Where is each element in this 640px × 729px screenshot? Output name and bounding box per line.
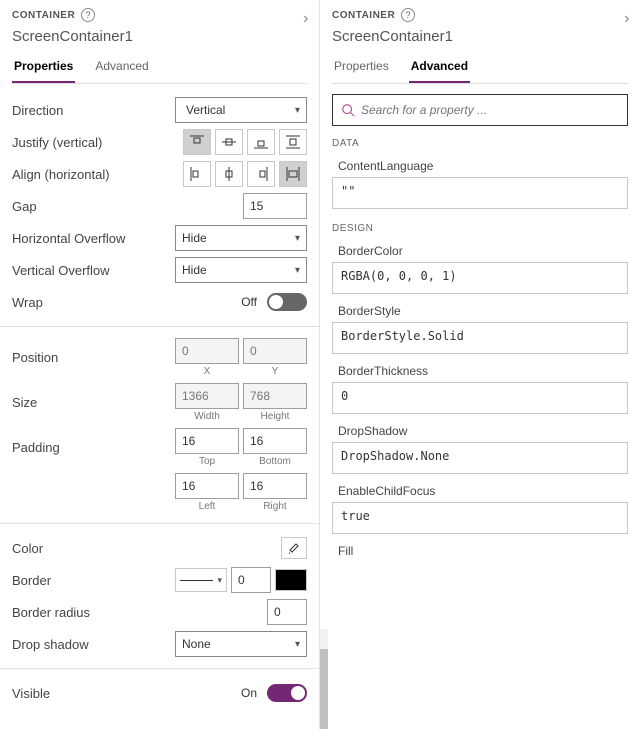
tab-advanced[interactable]: Advanced bbox=[93, 49, 150, 83]
right-body: DATA ContentLanguage "" DESIGN BorderCol… bbox=[320, 84, 640, 629]
label-wrap: Wrap bbox=[12, 295, 172, 310]
chevron-down-icon: ▾ bbox=[295, 105, 300, 116]
input-height[interactable]: 768 bbox=[243, 383, 307, 409]
border-style-picker[interactable]: ▾ bbox=[175, 568, 227, 592]
label-position: Position bbox=[12, 350, 172, 365]
input-padding-bottom[interactable]: 16 bbox=[243, 428, 307, 454]
select-hoverflow[interactable]: Hide ▾ bbox=[175, 225, 307, 251]
tab-properties[interactable]: Properties bbox=[12, 49, 75, 83]
label-hoverflow: Horizontal Overflow bbox=[12, 231, 172, 246]
select-direction[interactable]: Vertical ▾ bbox=[175, 97, 307, 123]
label-color: Color bbox=[12, 541, 172, 556]
input-position-y[interactable]: 0 bbox=[243, 338, 307, 364]
input-position-x[interactable]: 0 bbox=[175, 338, 239, 364]
search-input[interactable] bbox=[355, 102, 619, 118]
justify-between-button[interactable] bbox=[279, 129, 307, 155]
left-control-name: ScreenContainer1 bbox=[12, 22, 307, 49]
label-padding: Padding bbox=[12, 440, 172, 455]
prop-dropshadow-name: DropShadow bbox=[338, 424, 628, 438]
align-end-button[interactable] bbox=[247, 161, 275, 187]
right-header: CONTAINER ? › ScreenContainer1 Propertie… bbox=[320, 0, 640, 84]
label-align: Align (horizontal) bbox=[12, 167, 172, 182]
prop-contentlanguage-name: ContentLanguage bbox=[338, 159, 628, 173]
prop-borderstyle-value[interactable]: BorderStyle.Solid bbox=[332, 322, 628, 354]
tab-advanced[interactable]: Advanced bbox=[409, 49, 470, 83]
align-start-button[interactable] bbox=[183, 161, 211, 187]
divider bbox=[0, 668, 319, 669]
left-type-label: CONTAINER bbox=[12, 10, 75, 21]
chevron-down-icon: ▾ bbox=[295, 639, 300, 650]
justify-center-button[interactable] bbox=[215, 129, 243, 155]
right-control-name: ScreenContainer1 bbox=[332, 22, 628, 49]
label-voverflow: Vertical Overflow bbox=[12, 263, 172, 278]
input-padding-left[interactable]: 16 bbox=[175, 473, 239, 499]
divider bbox=[0, 523, 319, 524]
expand-icon[interactable]: › bbox=[624, 10, 630, 28]
input-width[interactable]: 1366 bbox=[175, 383, 239, 409]
prop-borderstyle-name: BorderStyle bbox=[338, 304, 628, 318]
input-gap[interactable]: 15 bbox=[243, 193, 307, 219]
prop-contentlanguage-value[interactable]: "" bbox=[332, 177, 628, 209]
toggle-visible[interactable] bbox=[267, 684, 307, 702]
right-pane: CONTAINER ? › ScreenContainer1 Propertie… bbox=[320, 0, 640, 729]
label-dropshadow: Drop shadow bbox=[12, 637, 172, 652]
label-size: Size bbox=[12, 395, 172, 410]
input-border-thickness[interactable]: 0 bbox=[231, 567, 271, 593]
chevron-down-icon: ▾ bbox=[295, 233, 300, 244]
tab-properties[interactable]: Properties bbox=[332, 49, 391, 83]
vertical-scrollbar[interactable] bbox=[320, 629, 328, 729]
prop-enablechildfocus-value[interactable]: true bbox=[332, 502, 628, 534]
section-design-label: DESIGN bbox=[332, 223, 628, 234]
left-pane: CONTAINER ? › ScreenContainer1 Propertie… bbox=[0, 0, 320, 729]
toggle-wrap[interactable] bbox=[267, 293, 307, 311]
prop-dropshadow-value[interactable]: DropShadow.None bbox=[332, 442, 628, 474]
right-type-label: CONTAINER bbox=[332, 10, 395, 21]
border-color-picker[interactable] bbox=[275, 569, 307, 591]
align-stretch-button[interactable] bbox=[279, 161, 307, 187]
section-data-label: DATA bbox=[332, 138, 628, 149]
justify-end-button[interactable] bbox=[247, 129, 275, 155]
prop-bordercolor-name: BorderColor bbox=[338, 244, 628, 258]
left-body: Direction Vertical ▾ Justify (vertical) bbox=[0, 84, 319, 729]
prop-borderthickness-value[interactable]: 0 bbox=[332, 382, 628, 414]
label-border-radius: Border radius bbox=[12, 605, 172, 620]
select-voverflow[interactable]: Hide ▾ bbox=[175, 257, 307, 283]
divider bbox=[0, 326, 319, 327]
expand-icon[interactable]: › bbox=[303, 10, 309, 28]
left-header: CONTAINER ? › ScreenContainer1 Propertie… bbox=[0, 0, 319, 84]
input-padding-top[interactable]: 16 bbox=[175, 428, 239, 454]
select-dropshadow[interactable]: None ▾ bbox=[175, 631, 307, 657]
align-center-button[interactable] bbox=[215, 161, 243, 187]
search-icon bbox=[341, 103, 355, 117]
prop-bordercolor-value[interactable]: RGBA(0, 0, 0, 1) bbox=[332, 262, 628, 294]
input-padding-right[interactable]: 16 bbox=[243, 473, 307, 499]
label-visible: Visible bbox=[12, 686, 172, 701]
label-border: Border bbox=[12, 573, 172, 588]
prop-enablechildfocus-name: EnableChildFocus bbox=[338, 484, 628, 498]
label-direction: Direction bbox=[12, 103, 172, 118]
search-property-box[interactable] bbox=[332, 94, 628, 126]
color-picker-button[interactable] bbox=[281, 537, 307, 559]
help-icon[interactable]: ? bbox=[81, 8, 95, 22]
justify-start-button[interactable] bbox=[183, 129, 211, 155]
input-border-radius[interactable]: 0 bbox=[267, 599, 307, 625]
label-justify: Justify (vertical) bbox=[12, 135, 172, 150]
prop-borderthickness-name: BorderThickness bbox=[338, 364, 628, 378]
prop-fill-name: Fill bbox=[338, 544, 628, 558]
label-gap: Gap bbox=[12, 199, 172, 214]
chevron-down-icon: ▾ bbox=[295, 265, 300, 276]
help-icon[interactable]: ? bbox=[401, 8, 415, 22]
